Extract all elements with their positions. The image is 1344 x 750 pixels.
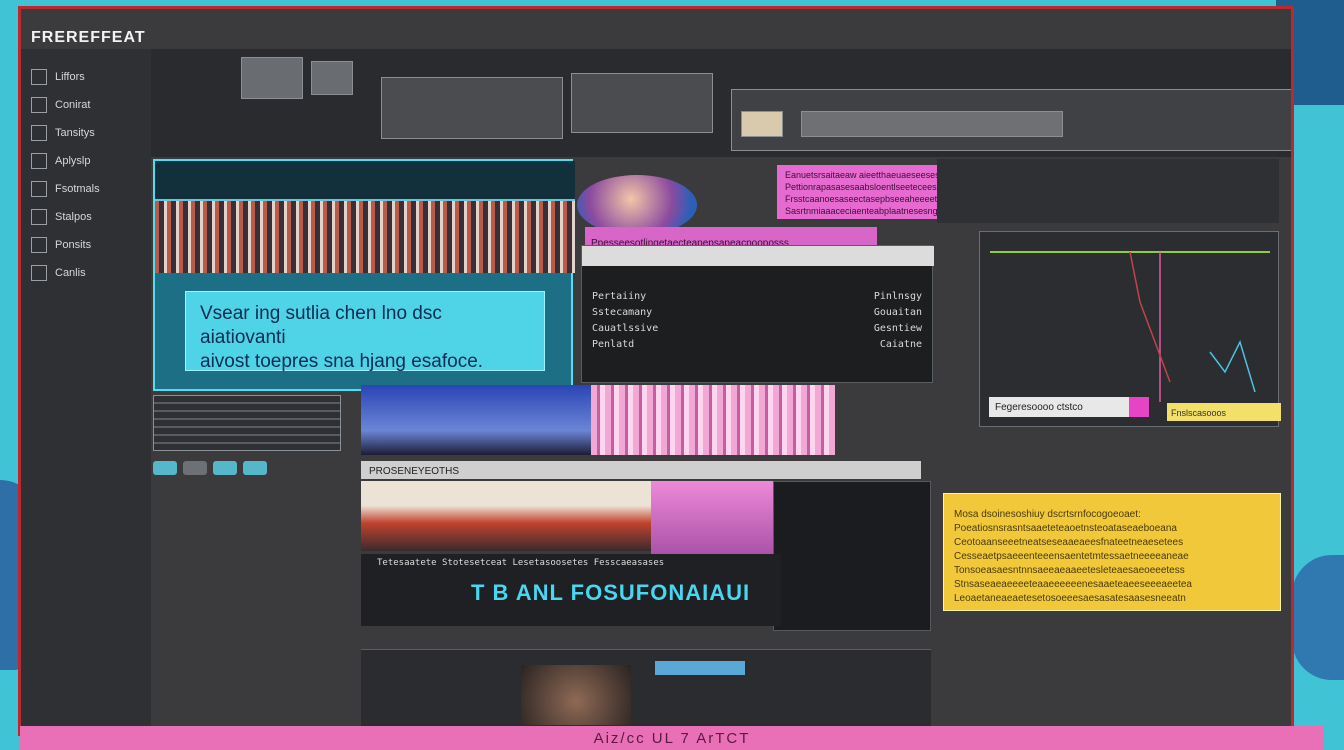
sidebar-item-label: Tansitys [55,127,95,139]
pink-thumbnail[interactable] [591,385,835,455]
sidebar-item-label: Conirat [55,99,91,111]
properties-panel: Pertaiiny Pinlnsgy Sstecamany Gouaitan Cau… [581,245,934,383]
property-row[interactable]: Penlatd Caiatne [582,336,932,352]
note-line: Stnsaseaeaeeeeteaaeeeeeenesaaeteaeeseeea… [954,579,1192,590]
property-value: Caiatne [879,338,922,350]
subtitle-line-2: aivost toepres sna hjang esafoce. [200,351,484,372]
overlay-title: T B ANL FOSUFONAIAUI [471,580,751,605]
graph-tag-text: Fnslscasooos [1171,408,1227,418]
track-clip[interactable] [741,111,783,137]
video-preview[interactable]: Vsear ing sutlia chen lno dsc aiatiovant… [153,159,575,391]
graph-tag[interactable]: Fnslscasooos [1167,403,1281,421]
dark-panel[interactable] [773,481,931,631]
overlay-caption: Tetesaatete Stotesetceat Lesetasoosetes … [377,558,665,568]
circuit-panel [381,77,563,139]
grid-icon [31,237,47,253]
sidebar-item-3[interactable]: Tansitys [21,119,151,147]
property-row[interactable]: Sstecamany Gouaitan [582,304,932,320]
subtitle-box[interactable]: Vsear ing sutlia chen lno dsc aiatiovant… [185,291,545,372]
image-icon [31,153,47,169]
loop-button[interactable] [243,461,267,475]
property-label: Sstecamany [592,306,653,318]
sidebar-item-4[interactable]: Aplyslp [21,147,151,175]
timeline-left[interactable] [153,395,341,451]
property-value: Gouaitan [873,306,922,318]
note-line: Cesseaetpsaeeenteeensaentetmtessaetneeee… [954,551,1189,562]
rewind-button[interactable] [153,461,177,475]
play-button[interactable] [183,461,207,475]
sidebar-item-label: Stalpos [55,211,92,223]
lower-grid [361,649,931,736]
footer-text: Aiz/cc UL 7 ArTCT [593,729,751,747]
right-column-header [937,159,1279,223]
sidebar-item-7[interactable]: Ponsits [21,231,151,259]
graph-label-text: Fegeresoooo ctstco [995,402,1083,413]
clip-bar[interactable]: PROSENEYEOTHS [361,461,921,479]
sidebar-item-label: Canlis [55,267,86,279]
property-label: Cauatlssive [592,322,659,334]
mini-thumbnail[interactable] [521,665,631,725]
color-swatch[interactable] [1129,397,1149,417]
sidebar-item-6[interactable]: Stalpos [21,203,151,231]
app-window: FREREFFEAT Liffors Conirat Tansitys Aply… [18,6,1294,736]
sliders-icon [31,125,47,141]
layers-icon [31,69,47,85]
layers-icon [31,209,47,225]
toolbar-button-1[interactable] [241,57,303,99]
thumbnail-orb[interactable] [577,175,697,235]
landscape-thumbnail[interactable] [361,481,651,551]
sidebar-item-label: Aplyslp [55,155,91,167]
overlay-panel: Tetesaatete Stotesetceat Lesetasoosetes … [361,554,781,626]
yellow-note-card: Mosa dsoinesoshiuy dscrtsrnfocogoeoaet: … [943,493,1281,611]
app-title: FREREFFEAT [31,29,146,46]
sidebar-item-label: Fsotmals [55,183,100,195]
graph-line-red [1129,251,1171,383]
sidebar-item-1[interactable]: Liffors [21,63,151,91]
property-row[interactable]: Cauatlssive Gesntiew [582,320,932,336]
clip-bar-label: PROSENEYEOTHS [369,466,460,477]
property-label: Penlatd [592,338,635,350]
toolbar-button-2[interactable] [311,61,353,95]
property-label: Pertaiiny [592,290,647,302]
sidebar: Liffors Conirat Tansitys Aplyslp Fsotmal… [21,49,151,736]
properties-header [582,246,934,266]
subtitle-line-1: Vsear ing sutlia chen lno dsc aiatiovant… [200,303,442,348]
note-line: Mosa dsoinesoshiuy dscrtsrnfocogoeoaet: [954,509,1141,520]
footer-bar: Aiz/cc UL 7 ArTCT [20,726,1324,750]
blue-tag[interactable] [655,661,745,675]
graph-line-cyan [1209,339,1256,393]
video-header [155,161,575,201]
property-value: Pinlnsgy [873,290,922,302]
scrollbar[interactable] [1291,239,1294,569]
sliders-icon [31,265,47,281]
background-decoration-right [1292,555,1344,680]
video-frame [155,201,575,273]
sidebar-item-label: Liffors [55,71,85,83]
note-line: Poeatiosnsrasntsaaeteteaoetnsteoataseaeb… [954,523,1177,534]
sky-thumbnail[interactable] [361,385,593,455]
sidebar-item-5[interactable]: Fsotmals [21,175,151,203]
track-lane[interactable] [801,111,1063,137]
grid-icon [31,97,47,113]
sidebar-item-label: Ponsits [55,239,92,251]
sidebar-item-2[interactable]: Conirat [21,91,151,119]
playback-controls [153,457,353,479]
property-row[interactable]: Pertaiiny Pinlnsgy [582,288,932,304]
note-line: Ceotoaanseeetneatseseaaeaeesfnateetneaes… [954,537,1184,548]
note-line: Tonsoeasaesntnnsaeeaeaaeetesleteaesaeoee… [954,565,1185,576]
graph-label[interactable]: Fegeresoooo ctstco [989,397,1149,417]
folder-icon [31,181,47,197]
note-line: Leoaetaneaeaetesetosoeeesaesasatesaasesn… [954,593,1186,604]
sidebar-item-8[interactable]: Canlis [21,259,151,287]
tool-panel-2 [571,73,713,133]
toolbar [151,49,1291,157]
forward-button[interactable] [213,461,237,475]
property-value: Gesntiew [873,322,922,334]
